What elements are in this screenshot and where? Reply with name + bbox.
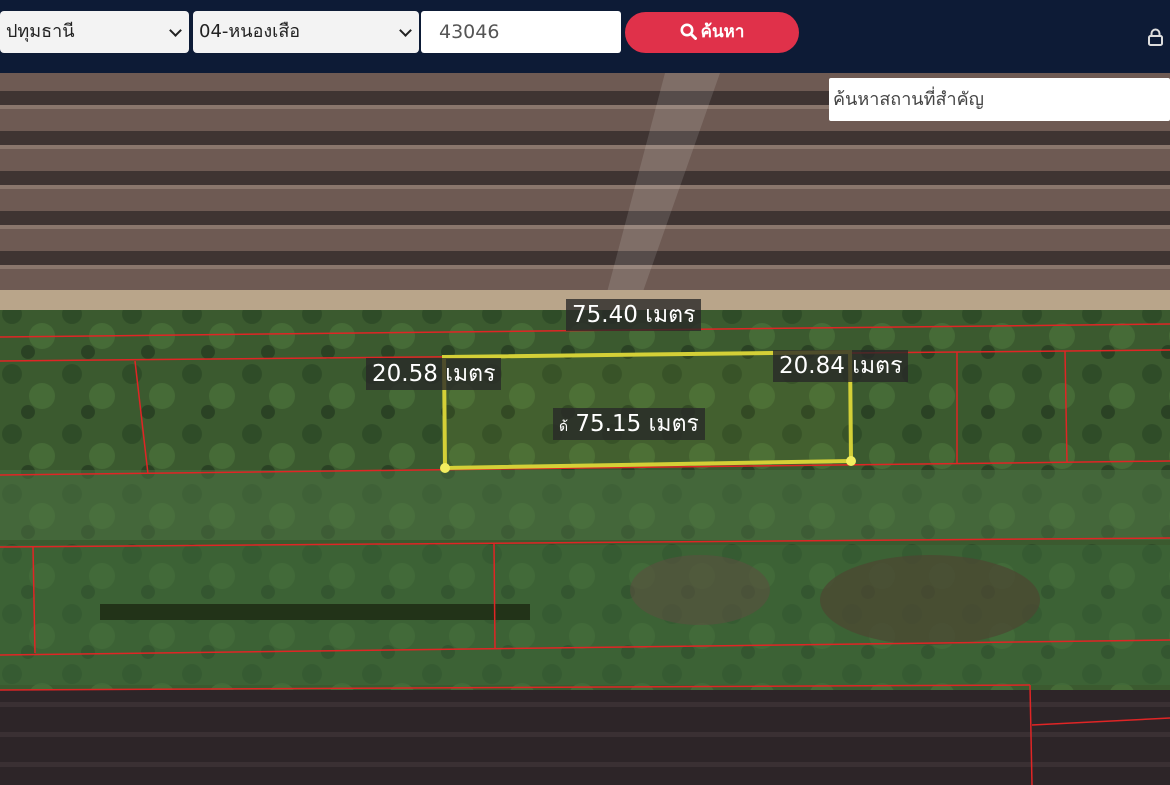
place-search-placeholder: ค้นหาสถานที่สำคัญ <box>833 89 984 110</box>
measurement-bottom-text: 75.15 เมตร <box>575 411 699 437</box>
search-button-label: ค้นหา <box>700 22 745 42</box>
district-select[interactable]: 04-หนองเสือ <box>193 11 419 53</box>
province-select[interactable]: ปทุมธานี <box>0 11 189 53</box>
parcel-number-value: 43046 <box>439 21 500 43</box>
measurement-bottom-prefix: ด้ <box>559 419 569 435</box>
place-search-input[interactable]: ค้นหาสถานที่สำคัญ <box>829 78 1170 121</box>
chevron-down-icon <box>169 24 182 37</box>
measurement-top: 75.40 เมตร <box>566 299 702 331</box>
search-button[interactable]: ค้นหา <box>625 12 799 53</box>
parcel-number-input[interactable]: 43046 <box>421 11 621 53</box>
province-value: ปทุมธานี <box>6 21 75 42</box>
district-value: 04-หนองเสือ <box>199 21 301 42</box>
lock-icon[interactable] <box>1147 28 1164 46</box>
search-icon <box>680 23 697 40</box>
measurement-right-text: 20.84 เมตร <box>779 353 903 379</box>
measurement-right: 20.84 เมตร <box>773 350 909 382</box>
measurement-left: 20.58 เมตร <box>366 358 502 390</box>
measurement-bottom: ด้ 75.15 เมตร <box>553 408 705 440</box>
satellite-map[interactable]: ค้นหาสถานที่สำคัญ 75.40 เมตร 20.58 เมตร … <box>0 73 1170 785</box>
measurement-top-text: 75.40 เมตร <box>572 302 696 328</box>
vertex-handle[interactable] <box>440 463 450 473</box>
chevron-down-icon <box>399 24 412 37</box>
vertex-handle[interactable] <box>846 456 856 466</box>
measurement-left-text: 20.58 เมตร <box>372 361 496 387</box>
top-toolbar: ปทุมธานี 04-หนองเสือ 43046 ค้นหา <box>0 0 1170 73</box>
